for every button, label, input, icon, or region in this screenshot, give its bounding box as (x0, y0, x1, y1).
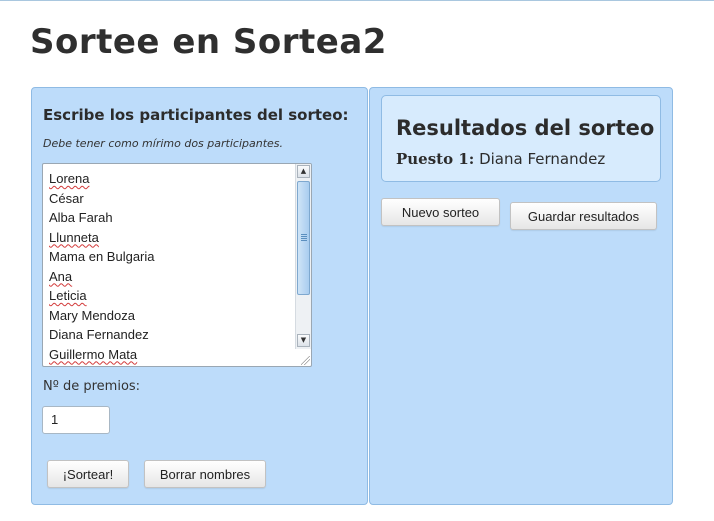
participant-name: Mama en Bulgaria (49, 249, 155, 264)
participants-heading: Escribe los participantes del sorteo: (43, 106, 349, 124)
participant-line: Llunneta (49, 228, 293, 248)
participant-name: Guillermo Mata (49, 346, 138, 362)
participant-name: Llunneta (49, 229, 99, 245)
borrar-nombres-button[interactable]: Borrar nombres (144, 460, 266, 488)
participant-name: Leticia (49, 288, 87, 303)
participant-name: Alba Farah (49, 210, 113, 225)
guardar-resultados-button[interactable]: Guardar resultados (510, 202, 657, 230)
resize-grip-icon[interactable] (301, 356, 310, 365)
participant-name: Diana Fernandez (49, 327, 149, 342)
grip-icon (301, 234, 307, 241)
participants-textarea[interactable]: Lorena César Alba Farah Llunneta Mama en… (42, 163, 312, 367)
nuevo-sorteo-button[interactable]: Nuevo sorteo (381, 198, 500, 226)
participant-name: Lorena (49, 171, 90, 186)
participant-line: Leticia (49, 286, 293, 306)
participant-line: César (49, 189, 293, 209)
participant-name: Mary Mendoza (49, 307, 135, 323)
participant-line: Mama en Bulgaria (49, 247, 293, 267)
scrollbar-thumb[interactable] (297, 181, 310, 295)
arrow-up-icon[interactable]: ▲ (297, 165, 310, 178)
arrow-down-icon[interactable]: ▼ (297, 334, 310, 347)
participants-panel: Escribe los participantes del sorteo: De… (31, 87, 368, 505)
premios-input[interactable]: 1 (42, 406, 110, 434)
participant-line: Diana Fernandez (49, 325, 293, 345)
participants-list: Lorena César Alba Farah Llunneta Mama en… (49, 169, 293, 364)
participant-line: Alba Farah (49, 208, 293, 228)
participant-name: César (49, 190, 84, 206)
participants-hint: Debe tener como mírimo dos participantes… (43, 137, 283, 150)
participant-line: Lorena (49, 169, 293, 189)
premios-label: Nº de premios: (43, 379, 141, 394)
result-position-label: Puesto 1: (396, 150, 475, 168)
participant-line: Guillermo Mata (49, 345, 293, 365)
top-border (0, 0, 714, 1)
result-entry: Puesto 1: Diana Fernandez (396, 150, 605, 168)
results-box: Resultados del sorteo Puesto 1: Diana Fe… (381, 95, 661, 182)
textarea-scrollbar[interactable]: ▲ ▼ (295, 164, 311, 349)
participant-name: Ana (49, 268, 73, 284)
participant-line: Ana (49, 267, 293, 287)
page-title: Sortee en Sortea2 (30, 22, 387, 62)
results-title: Resultados del sorteo (396, 116, 655, 140)
sortear-button[interactable]: ¡Sortear! (47, 460, 129, 488)
result-winner: Diana Fernandez (479, 150, 606, 168)
results-panel: Resultados del sorteo Puesto 1: Diana Fe… (369, 87, 673, 505)
participant-line: Mary Mendoza (49, 306, 293, 326)
